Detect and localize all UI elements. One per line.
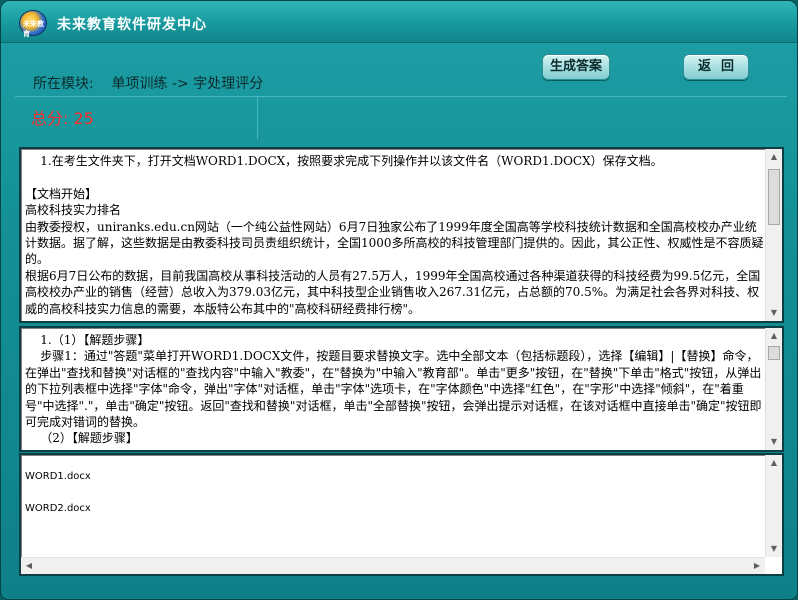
steps-panel[interactable]: 1.（1）【解题步骤】 步骤1：通过"答题"菜单打开WORD1.DOCX文件，按… bbox=[19, 326, 784, 452]
scroll-up-icon[interactable]: ▲ bbox=[766, 328, 782, 344]
question-panel[interactable]: 1.在考生文件夹下，打开文档WORD1.DOCX，按照要求完成下列操作并以该文件… bbox=[19, 147, 784, 323]
scrollbar-thumb[interactable] bbox=[768, 346, 780, 360]
module-bar: 所在模块: 单项训练 -> 字处理评分 bbox=[15, 53, 787, 97]
files-vscrollbar[interactable]: ▲ ▼ bbox=[765, 455, 782, 557]
scroll-right-icon[interactable]: ▶ bbox=[749, 558, 765, 574]
list-item[interactable]: WORD2.docx bbox=[25, 501, 764, 533]
scroll-up-icon[interactable]: ▲ bbox=[766, 455, 782, 471]
question-scrollbar[interactable]: ▲ ▼ bbox=[765, 149, 782, 321]
files-panel[interactable]: WORD1.docx WORD2.docx ▲ ▼ ◀ ▶ bbox=[19, 453, 784, 576]
title-bar: 未来教育 未来教育软件研发中心 bbox=[1, 1, 797, 43]
scroll-down-icon[interactable]: ▼ bbox=[766, 541, 782, 557]
question-text[interactable]: 1.在考生文件夹下，打开文档WORD1.DOCX，按照要求完成下列操作并以该文件… bbox=[25, 153, 764, 321]
scroll-down-icon[interactable]: ▼ bbox=[766, 305, 782, 321]
scroll-left-icon[interactable]: ◀ bbox=[21, 558, 37, 574]
score-divider bbox=[257, 97, 258, 139]
module-value: 单项训练 -> 字处理评分 bbox=[111, 76, 264, 92]
app-title: 未来教育软件研发中心 bbox=[57, 17, 207, 33]
module-path: 所在模块: 单项训练 -> 字处理评分 bbox=[33, 73, 263, 93]
score-bar: 总分: 25 bbox=[15, 97, 787, 139]
logo-text: 未来教育 bbox=[23, 20, 44, 38]
module-label: 所在模块: bbox=[33, 76, 94, 92]
steps-scrollbar[interactable]: ▲ ▼ bbox=[765, 328, 782, 450]
list-item[interactable]: WORD1.docx bbox=[25, 469, 764, 501]
steps-text[interactable]: 1.（1）【解题步骤】 步骤1：通过"答题"菜单打开WORD1.DOCX文件，按… bbox=[25, 332, 764, 450]
main-window: 未来教育 未来教育软件研发中心 所在模块: 单项训练 -> 字处理评分 生成答案… bbox=[0, 0, 798, 600]
scroll-up-icon[interactable]: ▲ bbox=[766, 149, 782, 165]
generate-answer-button[interactable]: 生成答案 bbox=[542, 54, 610, 80]
total-score: 总分: 25 bbox=[31, 109, 94, 128]
scroll-down-icon[interactable]: ▼ bbox=[766, 434, 782, 450]
files-hscrollbar[interactable]: ◀ ▶ bbox=[21, 557, 765, 574]
scrollbar-thumb[interactable] bbox=[768, 169, 780, 225]
back-button[interactable]: 返回 bbox=[683, 54, 749, 80]
app-logo-icon: 未来教育 bbox=[19, 10, 47, 38]
